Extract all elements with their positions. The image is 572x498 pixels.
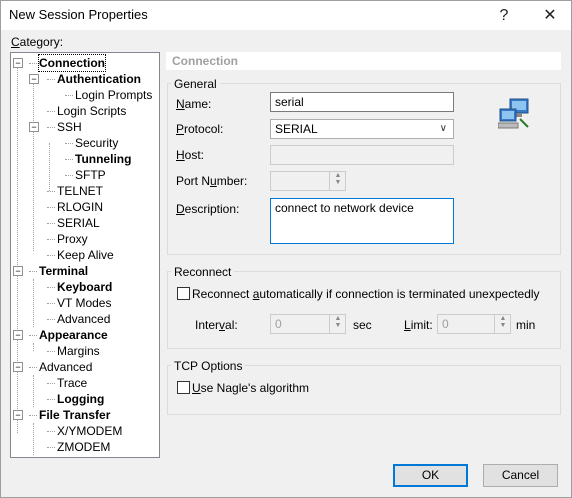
reconnect-checkbox-label: Reconnect automatically if connection is… — [192, 287, 540, 301]
tree-item[interactable]: SSH — [57, 119, 82, 135]
tree-item[interactable]: Authentication — [57, 71, 141, 87]
reconnect-checkbox[interactable] — [177, 287, 190, 300]
host-input[interactable] — [270, 145, 454, 165]
reconnect-group-label: Reconnect — [171, 265, 235, 279]
tree-item[interactable]: Advanced — [57, 311, 110, 327]
limit-unit: min — [516, 318, 536, 332]
network-computers-icon — [497, 97, 532, 131]
interval-unit: sec — [353, 318, 372, 332]
dialog-window: New Session Properties ? ✕ Category: − Co… — [0, 0, 572, 498]
interval-spinner[interactable]: ▲ ▼ — [329, 315, 346, 333]
name-label: Name: — [176, 97, 212, 111]
host-label: Host: — [176, 148, 205, 162]
tree-item[interactable]: Terminal — [39, 263, 88, 279]
chevron-down-icon: ∨ — [439, 123, 447, 134]
name-input[interactable]: serial — [270, 92, 454, 112]
nagle-checkbox-label: Use Nagle's algorithm — [192, 381, 310, 395]
tree-item[interactable]: Login Scripts — [57, 103, 126, 119]
tree-item[interactable]: Tunneling — [75, 151, 131, 167]
tree-item[interactable]: TELNET — [57, 183, 103, 199]
tree-item[interactable]: VT Modes — [57, 295, 111, 311]
tree-item[interactable]: X/YMODEM — [57, 423, 122, 439]
collapse-toggle-icon[interactable]: − — [13, 410, 23, 420]
tree-item[interactable]: Security — [75, 135, 118, 151]
reconnect-group — [167, 271, 561, 349]
ok-button[interactable]: OK — [393, 464, 468, 487]
tree-item[interactable]: RLOGIN — [57, 199, 103, 215]
protocol-value: SERIAL — [275, 122, 318, 136]
cancel-button[interactable]: Cancel — [483, 464, 558, 487]
description-input[interactable]: connect to network device — [270, 198, 454, 244]
port-spinner[interactable]: ▲ ▼ — [329, 172, 346, 190]
panel-header: Connection — [166, 52, 561, 70]
category-label: Category: — [11, 35, 64, 49]
general-group-label: General — [171, 77, 220, 91]
tree-item[interactable]: Trace — [57, 375, 87, 391]
help-button[interactable]: ? — [489, 1, 519, 30]
tree-item[interactable]: Appearance — [39, 327, 108, 343]
tree-item[interactable]: SERIAL — [57, 215, 100, 231]
close-button[interactable]: ✕ — [535, 1, 565, 30]
tcp-options-group-label: TCP Options — [171, 359, 246, 373]
tree-item[interactable]: Keyboard — [57, 279, 112, 295]
collapse-toggle-icon[interactable]: − — [13, 362, 23, 372]
nagle-checkbox[interactable] — [177, 381, 190, 394]
tree-item[interactable]: File Transfer — [39, 407, 110, 423]
protocol-select[interactable]: SERIAL ∨ — [270, 119, 454, 139]
tree-item[interactable]: Advanced — [39, 359, 92, 375]
tree-item[interactable]: Logging — [57, 391, 104, 407]
collapse-toggle-icon[interactable]: − — [29, 74, 39, 84]
tree-item[interactable]: ZMODEM — [57, 439, 110, 455]
limit-label: Limit: — [404, 318, 433, 332]
tree-item[interactable]: Margins — [57, 343, 100, 359]
limit-spinner[interactable]: ▲ ▼ — [494, 315, 511, 333]
tree-item[interactable]: Proxy — [57, 231, 88, 247]
window-title: New Session Properties — [9, 7, 148, 22]
collapse-toggle-icon[interactable]: − — [13, 58, 23, 68]
port-label: Port Number: — [176, 174, 248, 188]
description-label: Description: — [176, 202, 240, 216]
interval-label: Interval: — [195, 318, 238, 332]
category-tree[interactable]: − Connection − Authentication Login Prompts L… — [10, 52, 160, 458]
protocol-label: Protocol: — [176, 122, 224, 136]
collapse-toggle-icon[interactable]: − — [13, 330, 23, 340]
tree-item[interactable]: SFTP — [75, 167, 106, 183]
collapse-toggle-icon[interactable]: − — [13, 266, 23, 276]
tree-item[interactable]: Login Prompts — [75, 87, 152, 103]
collapse-toggle-icon[interactable]: − — [29, 122, 39, 132]
tree-item[interactable]: Keep Alive — [57, 247, 114, 263]
title-bar: New Session Properties ? ✕ — [1, 1, 571, 30]
tree-item[interactable]: Connection — [38, 54, 106, 72]
